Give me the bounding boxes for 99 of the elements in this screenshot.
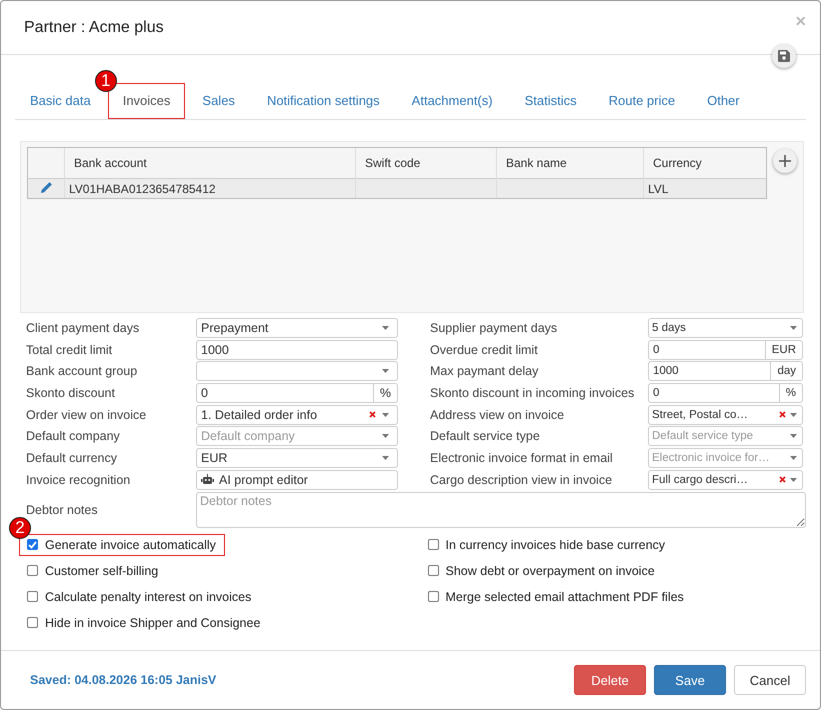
input-field[interactable]: 0 EUR xyxy=(648,340,803,360)
step-badge: 1 xyxy=(94,70,117,92)
field-label: Overdue credit limit xyxy=(430,342,539,357)
caret-icon xyxy=(790,326,797,330)
tab[interactable]: Route price xyxy=(594,83,690,119)
field-label: Skonto discount xyxy=(26,386,116,400)
input-field[interactable]: 1000 day xyxy=(648,361,803,382)
checkbox-option[interactable]: Customer self-billing xyxy=(27,564,158,578)
dropdown-value: Full cargo descri… xyxy=(652,474,749,486)
column-header: Swift code xyxy=(356,148,496,178)
tab[interactable]: Attachment(s) xyxy=(396,83,508,119)
field-label: Default company xyxy=(26,429,121,444)
primary-button[interactable]: Save xyxy=(654,665,726,695)
checkbox-option[interactable]: Show debt or overpayment on invoice xyxy=(428,564,655,578)
caret-icon xyxy=(382,456,389,460)
dropdown-value: 5 days xyxy=(652,322,687,334)
unit-addon: EUR xyxy=(764,340,802,359)
dropdown[interactable]: 5 days xyxy=(648,318,803,338)
dropdown[interactable]: Full cargo descri… xyxy=(648,470,803,490)
robot-icon xyxy=(201,474,214,486)
checkbox[interactable] xyxy=(428,565,438,576)
input-value: 0 xyxy=(200,386,209,400)
input-field[interactable]: 0 % xyxy=(648,383,803,404)
clear-icon[interactable] xyxy=(369,411,376,418)
unit-addon: day xyxy=(770,362,802,380)
cancel-button[interactable]: Cancel xyxy=(734,665,806,695)
unit-addon: % xyxy=(372,384,397,402)
field-label: Address view on invoice xyxy=(430,408,566,422)
checkbox[interactable] xyxy=(27,617,38,628)
tab[interactable]: Invoices xyxy=(108,83,186,119)
column-header: Bank name xyxy=(496,148,644,178)
clear-icon[interactable] xyxy=(779,476,786,484)
pencil-icon[interactable] xyxy=(40,180,52,194)
caret-icon xyxy=(382,412,389,417)
caret-icon xyxy=(790,478,797,482)
dropdown-placeholder: Electronic invoice for… xyxy=(652,452,771,464)
dropdown[interactable]: Street, Postal co… xyxy=(648,404,803,425)
window-title: Partner : Acme plus xyxy=(24,18,164,36)
dropdown-value: 1. Detailed order info xyxy=(201,408,318,422)
field-label: Bank account group xyxy=(26,364,138,378)
field-label: Default service type xyxy=(430,429,541,444)
dropdown-placeholder: Default service type xyxy=(652,430,754,442)
dropdown-value: Street, Postal co… xyxy=(652,408,749,421)
tab[interactable]: Other xyxy=(692,83,755,119)
input-field[interactable]: 1000 xyxy=(196,340,398,360)
input-value: 1000 xyxy=(652,365,680,378)
input-value: 0 xyxy=(652,344,660,356)
table-cell: LV01HABA0123654785412 xyxy=(69,182,216,196)
caret-icon xyxy=(382,369,389,374)
tab[interactable]: Notification settings xyxy=(252,83,395,119)
table-cell: LVL xyxy=(648,182,668,196)
caret-icon xyxy=(790,434,797,438)
field-label: Client payment days xyxy=(26,321,140,335)
field-label: Skonto discount in incoming invoices xyxy=(430,386,636,400)
input-value: 0 xyxy=(652,387,660,400)
checkbox-option[interactable]: Hide in invoice Shipper and Consignee xyxy=(27,616,260,630)
field-label: Cargo description view in invoice xyxy=(430,472,614,487)
field-label: Order view on invoice xyxy=(26,408,148,422)
dropdown[interactable]: Prepayment xyxy=(196,318,398,338)
field-label: Electronic invoice format in email xyxy=(430,451,614,466)
plus-icon xyxy=(779,155,791,167)
field-label: Default currency xyxy=(26,451,118,466)
checkbox[interactable] xyxy=(27,565,38,576)
column-header: Bank account xyxy=(64,148,356,178)
column-header: Currency xyxy=(644,148,766,178)
dropdown-placeholder: Default company xyxy=(201,429,296,444)
step-badge: 2 xyxy=(9,516,31,539)
checkbox[interactable] xyxy=(27,539,38,550)
checkbox[interactable] xyxy=(27,591,38,602)
checkbox[interactable] xyxy=(428,591,438,602)
dropdown[interactable]: EUR xyxy=(196,448,398,468)
field-label: Invoice recognition xyxy=(26,472,132,487)
input-field[interactable]: 0 % xyxy=(196,383,398,404)
notes-field[interactable]: Debtor notes xyxy=(196,492,806,528)
ai-prompt-button[interactable]: AI prompt editor xyxy=(196,470,398,490)
dropdown-value: Prepayment xyxy=(201,321,270,335)
caret-icon xyxy=(790,456,797,460)
saved-status: Saved: 04.08.2026 16:05 JanisV xyxy=(30,673,216,687)
add-button[interactable] xyxy=(773,149,797,173)
input-value: 1000 xyxy=(200,342,230,357)
caret-icon xyxy=(382,434,389,438)
caret-icon xyxy=(790,412,797,417)
delete-button[interactable]: Delete xyxy=(574,665,646,695)
field-label: Debtor notes xyxy=(26,502,99,517)
dropdown-value: EUR xyxy=(201,451,228,466)
tab[interactable]: Sales xyxy=(187,83,250,119)
dropdown[interactable]: 1. Detailed order info xyxy=(196,404,398,425)
checkbox-option[interactable]: In currency invoices hide base currency xyxy=(428,538,666,552)
field-label: Max paymant delay xyxy=(430,364,540,378)
caret-icon xyxy=(382,326,389,330)
checkbox[interactable] xyxy=(428,539,438,550)
field-label: Total credit limit xyxy=(26,342,114,357)
field-label: Supplier payment days xyxy=(430,321,558,335)
checkbox-option[interactable]: Merge selected email attachment PDF files xyxy=(428,590,684,604)
save-button[interactable] xyxy=(772,44,796,68)
tab[interactable]: Statistics xyxy=(510,83,592,119)
unit-addon: % xyxy=(778,384,802,402)
checkbox-option[interactable]: Calculate penalty interest on invoices xyxy=(27,590,252,604)
clear-icon[interactable] xyxy=(779,411,786,418)
